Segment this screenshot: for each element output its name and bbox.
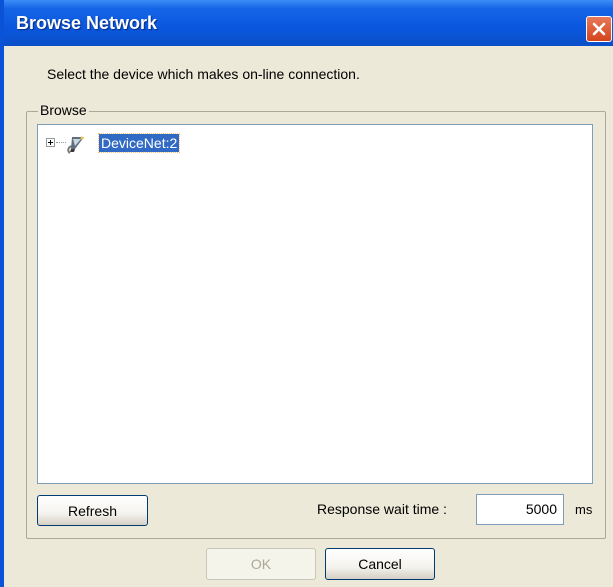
response-wait-input[interactable]: 5000	[476, 494, 564, 525]
title-bar[interactable]: Browse Network	[4, 0, 613, 46]
expand-plus-icon[interactable]	[46, 138, 55, 147]
close-icon	[592, 22, 606, 36]
instruction-text: Select the device which makes on-line co…	[47, 66, 360, 82]
response-wait-unit: ms	[575, 502, 593, 517]
close-button[interactable]	[586, 16, 612, 42]
cancel-button[interactable]: Cancel	[325, 548, 435, 580]
tree-item-label[interactable]: DeviceNet:2	[97, 133, 181, 153]
response-wait-label: Response wait time :	[317, 501, 447, 517]
browse-group-label: Browse	[38, 102, 89, 118]
network-icon	[67, 136, 84, 154]
ok-button[interactable]: OK	[206, 548, 316, 580]
window-title: Browse Network	[16, 13, 158, 33]
browse-network-dialog: Browse Network Select the device which m…	[0, 0, 613, 587]
refresh-button[interactable]: Refresh	[37, 495, 148, 526]
network-tree[interactable]: DeviceNet:2	[37, 124, 593, 484]
